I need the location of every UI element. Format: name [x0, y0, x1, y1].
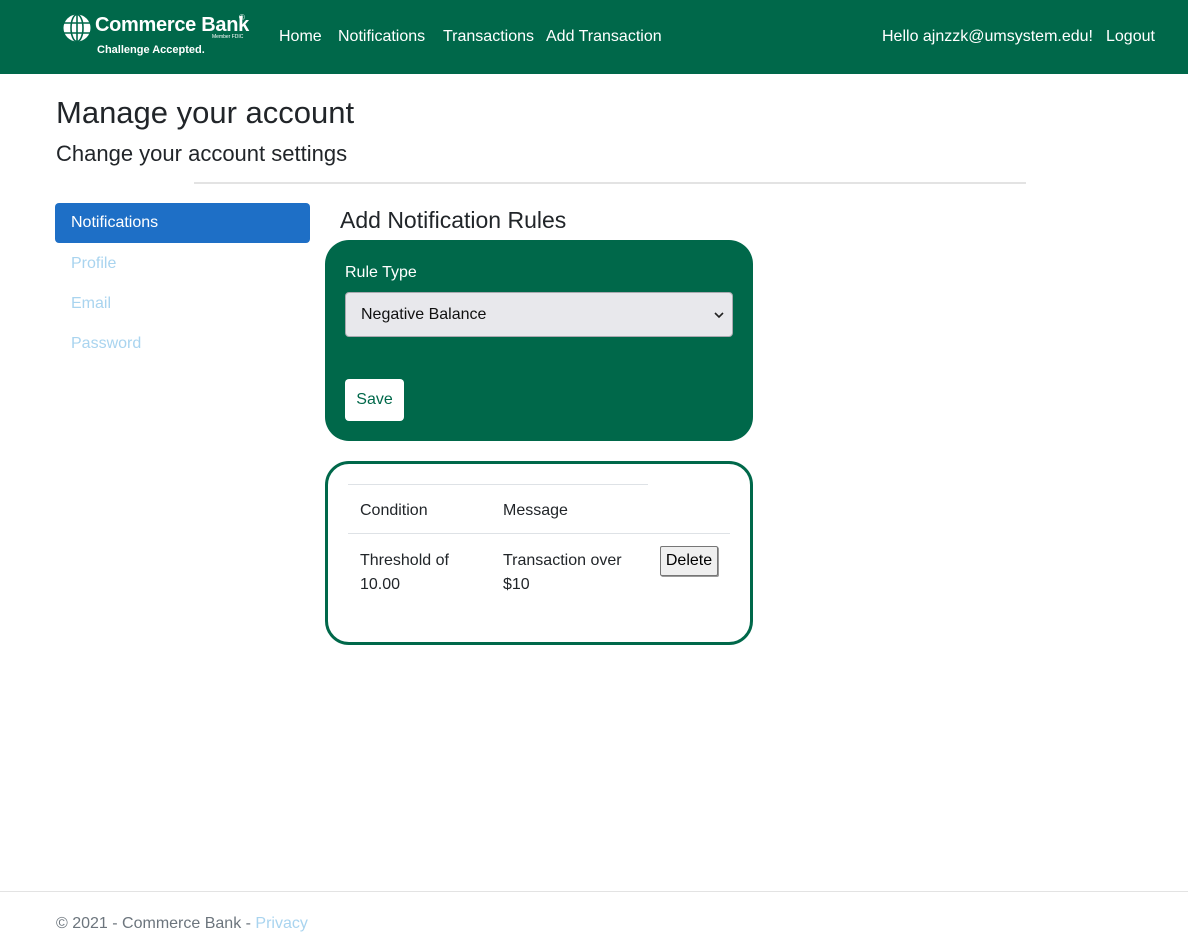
add-rule-form: Rule Type Negative Balance Save: [325, 240, 753, 441]
column-header-message: Message: [503, 502, 568, 519]
delete-rule-button[interactable]: Delete: [660, 546, 718, 576]
sidebar-item-password[interactable]: Password: [55, 324, 310, 364]
add-rules-heading: Add Notification Rules: [340, 207, 567, 233]
registered-mark: ®: [239, 13, 245, 22]
column-header-condition: Condition: [360, 502, 428, 519]
footer-divider: [0, 891, 1188, 892]
footer-copyright: © 2021 - Commerce Bank -: [56, 915, 256, 932]
sidebar-item-profile[interactable]: Profile: [55, 244, 310, 284]
rule-type-selected-value: Negative Balance: [361, 306, 487, 323]
rules-table-card: Condition Message Threshold of 10.00 Tra…: [325, 461, 753, 645]
user-greeting-link[interactable]: Hello ajnzzk@umsystem.edu!: [882, 27, 1093, 47]
logout-link[interactable]: Logout: [1106, 27, 1155, 47]
header-divider: [194, 182, 1026, 184]
sidebar-item-email[interactable]: Email: [55, 284, 310, 324]
table-top-border: [348, 484, 648, 485]
page-title: Manage your account: [56, 95, 355, 130]
nav-home-link[interactable]: Home: [279, 27, 322, 47]
page-footer: © 2021 - Commerce Bank - Privacy: [56, 915, 308, 933]
top-navbar: Commerce Bank ® Member FDIC Challenge Ac…: [0, 0, 1188, 74]
brand-logo[interactable]: Commerce Bank ® Member FDIC Challenge Ac…: [62, 12, 252, 62]
globe-icon: [63, 13, 91, 43]
table-header-border: [348, 533, 730, 534]
brand-tagline: Challenge Accepted.: [97, 44, 205, 56]
nav-transactions-link[interactable]: Transactions: [443, 27, 534, 47]
rule-condition-cell: Threshold of 10.00: [360, 552, 449, 593]
sidebar-item-notifications[interactable]: Notifications: [55, 203, 310, 243]
nav-notifications-link[interactable]: Notifications: [338, 27, 425, 47]
nav-add-transaction-link[interactable]: Add Transaction: [546, 27, 662, 47]
rule-type-select[interactable]: Negative Balance: [345, 292, 733, 337]
rule-type-label: Rule Type: [345, 264, 417, 281]
save-button[interactable]: Save: [345, 379, 404, 421]
chevron-down-icon: [714, 312, 724, 319]
page-subtitle: Change your account settings: [56, 141, 348, 166]
rule-message-cell: Transaction over $10: [503, 552, 622, 593]
privacy-link[interactable]: Privacy: [255, 915, 307, 932]
fdic-label: Member FDIC: [212, 34, 244, 40]
